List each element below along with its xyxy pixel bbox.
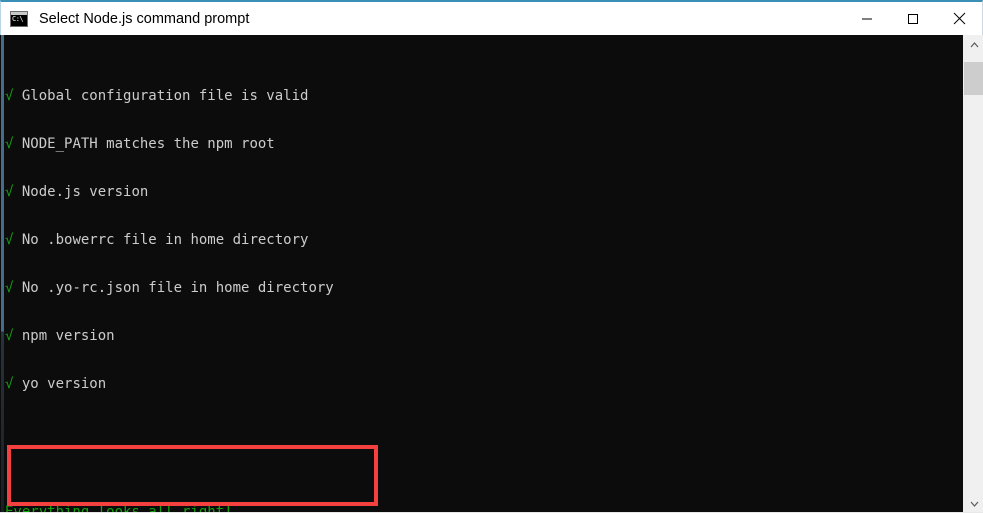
- scroll-down-arrow-icon[interactable]: [964, 494, 983, 513]
- check-line: √ npm version: [5, 328, 962, 344]
- check-line: √ NODE_PATH matches the npm root: [5, 136, 962, 152]
- title-bar-left: C:\ Select Node.js command prompt: [1, 10, 844, 27]
- scroll-up-arrow-icon[interactable]: [964, 35, 983, 54]
- minimize-button[interactable]: [844, 2, 890, 35]
- close-button[interactable]: [936, 2, 982, 35]
- check-icon: √: [5, 376, 14, 392]
- check-label: npm version: [21, 328, 115, 344]
- vertical-scrollbar[interactable]: [963, 35, 983, 513]
- check-icon: √: [5, 232, 14, 248]
- check-line: √ No .bowerrc file in home directory: [5, 232, 962, 248]
- terminal-output-area[interactable]: √ Global configuration file is valid √ N…: [1, 35, 962, 513]
- check-icon: √: [5, 88, 14, 104]
- scrollbar-thumb[interactable]: [964, 62, 983, 95]
- console-icon: C:\: [10, 10, 28, 27]
- window-title: Select Node.js command prompt: [39, 10, 250, 27]
- check-label: yo version: [21, 376, 107, 392]
- terminal-lines: √ Global configuration file is valid √ N…: [5, 40, 962, 513]
- check-label: No .bowerrc file in home directory: [21, 232, 309, 248]
- check-label: Global configuration file is valid: [21, 88, 309, 104]
- check-line: √ No .yo-rc.json file in home directory: [5, 280, 962, 296]
- check-icon: √: [5, 280, 14, 296]
- check-line: √ Global configuration file is valid: [5, 88, 962, 104]
- check-icon: √: [5, 136, 14, 152]
- console-icon-glyph: C:\: [12, 14, 24, 23]
- check-icon: √: [5, 184, 14, 200]
- check-label: NODE_PATH matches the npm root: [21, 136, 275, 152]
- check-line: √ Node.js version: [5, 184, 962, 200]
- console-window: C:\ Select Node.js command prompt √ Glob…: [0, 0, 983, 513]
- check-line: √ yo version: [5, 376, 962, 392]
- console-left-edge: [1, 35, 4, 513]
- title-bar[interactable]: C:\ Select Node.js command prompt: [0, 0, 983, 35]
- check-label: No .yo-rc.json file in home directory: [21, 280, 334, 296]
- check-icon: √: [5, 328, 14, 344]
- scrollbar-track[interactable]: [964, 54, 983, 494]
- window-controls: [844, 2, 982, 35]
- maximize-button[interactable]: [890, 2, 936, 35]
- check-label: Node.js version: [21, 184, 149, 200]
